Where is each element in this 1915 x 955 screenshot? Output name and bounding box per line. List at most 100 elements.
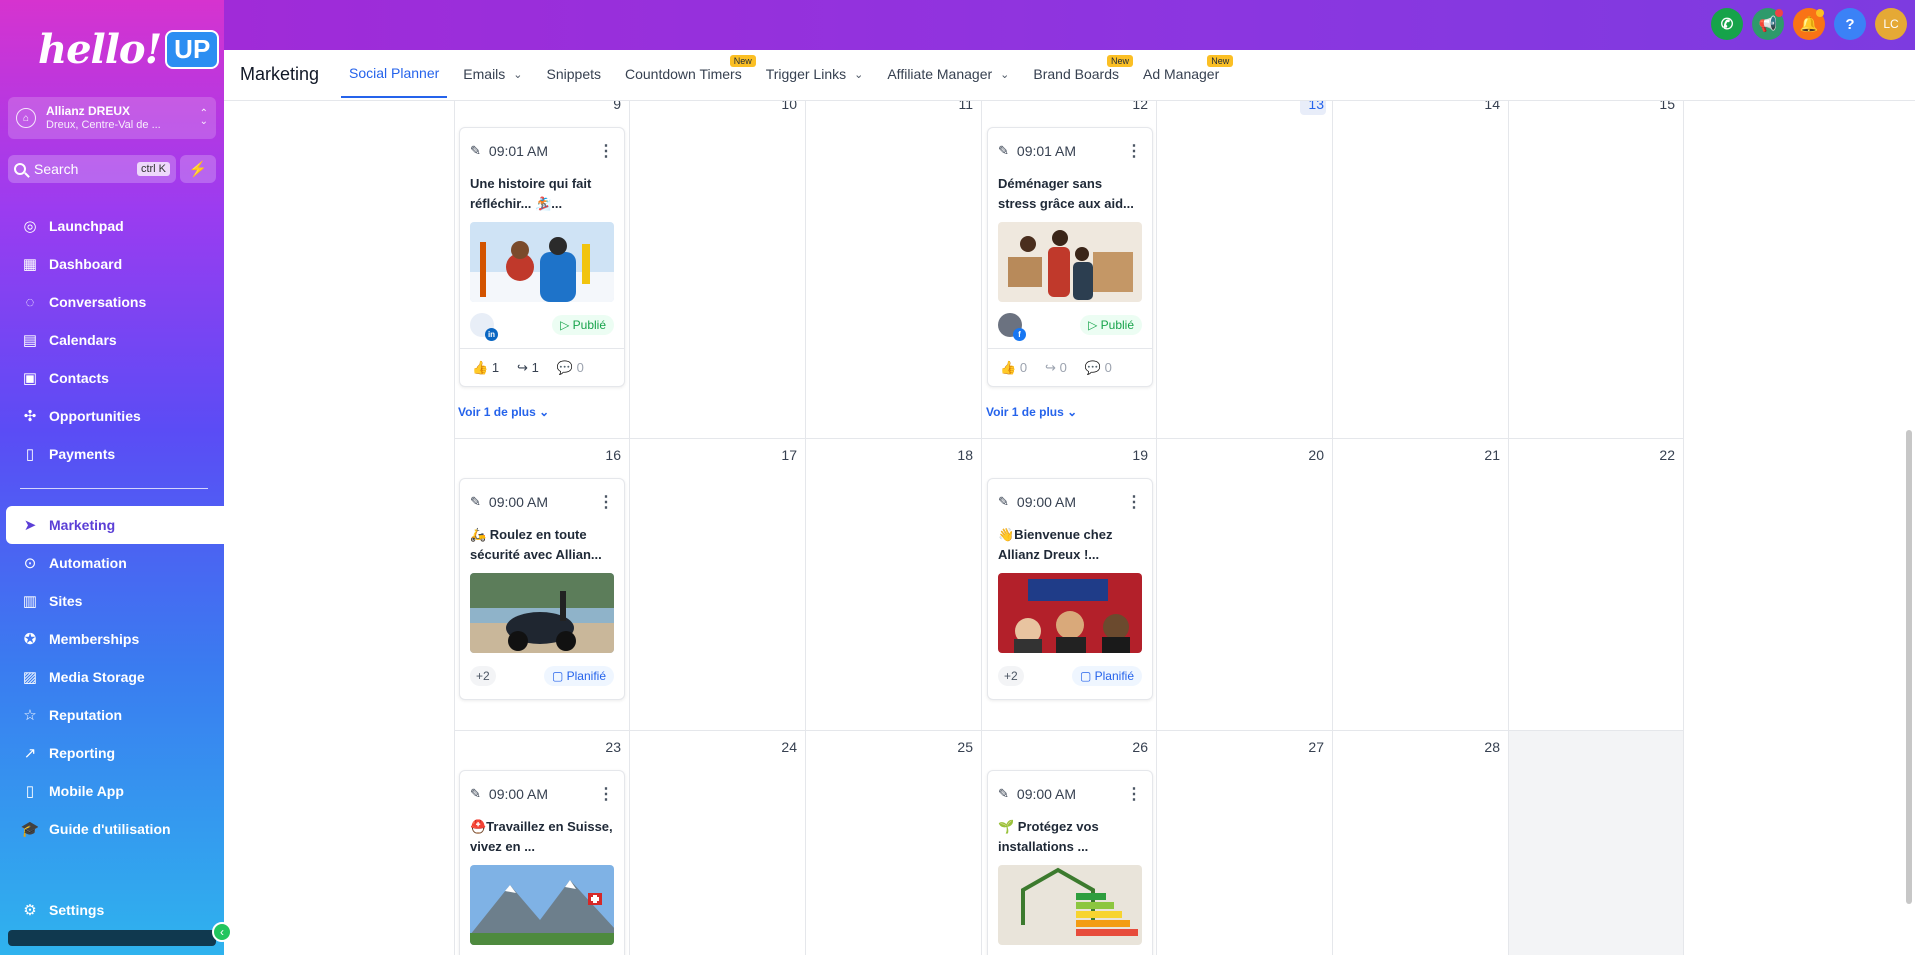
day-number[interactable]: 10 [757, 101, 797, 112]
post-time: 09:01 AM [488, 143, 549, 159]
sidebar-item-label: Dashboard [49, 256, 123, 272]
day-number[interactable]: 9 [581, 101, 621, 112]
tab-affiliate-manager[interactable]: Affiliate Manager ⌄ [879, 50, 1017, 98]
sidebar-item-automation[interactable]: ⊙ Automation [0, 544, 224, 582]
see-more-link[interactable]: Voir 1 de plus ⌄ [986, 405, 1077, 419]
sidebar-item-sites[interactable]: ▥ Sites [0, 582, 224, 620]
reporting-icon: ↗ [23, 745, 37, 762]
day-number[interactable]: 25 [933, 739, 973, 755]
sidebar-divider [20, 488, 208, 489]
search-button[interactable]: Search ctrl K [8, 155, 176, 183]
notification-dot [1775, 9, 1783, 17]
day-number[interactable]: 21 [1460, 447, 1500, 463]
day-number[interactable]: 22 [1635, 447, 1675, 463]
tab-label: Social Planner [349, 65, 440, 81]
phone-button[interactable]: ✆ [1711, 8, 1743, 40]
help-button[interactable]: ? [1834, 8, 1866, 40]
post-card[interactable]: ✎ 09:00 AM ⋮ 🌱 Protégez vos installations … [987, 770, 1153, 955]
more-options-icon[interactable]: ⋮ [598, 141, 614, 161]
likes-count: 👍 1 [472, 359, 500, 375]
post-card[interactable]: ✎ 09:01 AM ⋮ Déménager sans stress grâce a… [987, 127, 1153, 387]
logo-text: hello! [38, 25, 162, 73]
sidebar-item-contacts[interactable]: ▣ Contacts [0, 359, 224, 397]
day-number[interactable]: 11 [933, 101, 973, 112]
day-number[interactable]: 14 [1460, 101, 1500, 112]
notifications-button[interactable]: 🔔 [1793, 8, 1825, 40]
more-options-icon[interactable]: ⋮ [1126, 141, 1142, 161]
collapse-sidebar-button[interactable]: ‹ [212, 922, 232, 942]
account-switcher[interactable]: ⌂ Allianz DREUX Dreux, Centre-Val de ...… [8, 97, 216, 139]
day-number[interactable]: 12 [1108, 101, 1148, 112]
gear-icon: ⚙ [23, 902, 37, 919]
sidebar-item-calendars[interactable]: ▤ Calendars [0, 321, 224, 359]
sidebar-item-opportunities[interactable]: ✣ Opportunities [0, 397, 224, 435]
sidebar-item-settings[interactable]: ⚙ Settings [0, 891, 224, 929]
tab-label: Ad Manager [1142, 66, 1220, 82]
sidebar-item-dashboard[interactable]: ▦ Dashboard [0, 245, 224, 283]
tab-brand-boards[interactable]: Brand Boards New [1025, 50, 1133, 98]
tab-ad-manager[interactable]: Ad Manager New [1135, 50, 1234, 98]
tab-label: Trigger Links [765, 66, 847, 82]
sidebar-item-guide[interactable]: 🎓 Guide d'utilisation [0, 810, 224, 848]
sidebar-item-marketing[interactable]: ➤ Marketing [6, 506, 224, 544]
chat-icon: ◌ [25, 293, 35, 311]
day-number[interactable]: 16 [581, 447, 621, 463]
day-number[interactable]: 28 [1460, 739, 1500, 755]
sidebar-item-label: Reporting [49, 745, 116, 761]
announcements-button[interactable]: 📢 [1752, 8, 1784, 40]
pencil-icon: ✎ [470, 143, 481, 158]
mobile-icon: ▯ [25, 783, 35, 800]
allianz-avatar: f [998, 313, 1026, 341]
more-options-icon[interactable]: ⋮ [598, 492, 614, 512]
comments-count: 💬 0 [1084, 359, 1112, 375]
day-number[interactable]: 26 [1108, 739, 1148, 755]
tab-social-planner[interactable]: Social Planner [341, 50, 448, 98]
comments-value: 0 [1104, 359, 1112, 375]
status-label: Publié [1100, 318, 1134, 332]
sidebar-item-mobile-app[interactable]: ▯ Mobile App [0, 772, 224, 810]
more-options-icon[interactable]: ⋮ [1126, 784, 1142, 804]
tab-countdown-timers[interactable]: Countdown Timers New [617, 50, 756, 98]
post-card[interactable]: ✎ 09:00 AM ⋮ 👋Bienvenue chez Allianz Dreux… [987, 478, 1153, 700]
post-card[interactable]: ✎ 09:00 AM ⋮ ⛑️Travaillez en Suisse, vivez… [459, 770, 625, 955]
day-number[interactable]: 24 [757, 739, 797, 755]
day-number-today[interactable]: 13 [1284, 101, 1324, 112]
help-icon: ? [1845, 15, 1855, 33]
sidebar-item-conversations[interactable]: ◌ Conversations [0, 283, 224, 321]
contacts-icon: ▣ [22, 370, 38, 387]
post-card[interactable]: ✎ 09:00 AM ⋮ 🛵 Roulez en toute sécurité av… [459, 478, 625, 700]
more-options-icon[interactable]: ⋮ [598, 784, 614, 804]
sidebar-item-media-storage[interactable]: ▨ Media Storage [0, 658, 224, 696]
shares-value: 1 [531, 359, 539, 375]
tab-trigger-links[interactable]: Trigger Links ⌄ [758, 50, 872, 98]
tab-label: Emails [463, 66, 506, 82]
more-options-icon[interactable]: ⋮ [1126, 492, 1142, 512]
sidebar-item-launchpad[interactable]: ◎ Launchpad [0, 207, 224, 245]
day-number[interactable]: 20 [1284, 447, 1324, 463]
day-number[interactable]: 19 [1108, 447, 1148, 463]
calendar-cell-empty [1508, 730, 1683, 955]
tab-snippets[interactable]: Snippets [539, 50, 609, 98]
quick-action-button[interactable]: ⚡ [180, 155, 216, 183]
day-number[interactable]: 23 [581, 739, 621, 755]
day-number[interactable]: 17 [757, 447, 797, 463]
sidebar-item-reputation[interactable]: ☆ Reputation [0, 696, 224, 734]
post-image [470, 865, 614, 945]
comments-count: 💬 0 [556, 359, 584, 375]
post-image [998, 573, 1142, 653]
day-number[interactable]: 27 [1284, 739, 1324, 755]
account-name: Allianz DREUX [46, 104, 131, 118]
sidebar-item-payments[interactable]: ▯ Payments [0, 435, 224, 473]
post-card[interactable]: ✎ 09:01 AM ⋮ Une histoire qui fait réfléch… [459, 127, 625, 387]
day-number[interactable]: 18 [933, 447, 973, 463]
see-more-link[interactable]: Voir 1 de plus ⌄ [458, 405, 549, 419]
sidebar-item-memberships[interactable]: ✪ Memberships [0, 620, 224, 658]
post-image [998, 222, 1142, 302]
app-logo[interactable]: hello! UP [38, 22, 220, 76]
day-number[interactable]: 15 [1635, 101, 1675, 112]
sidebar-item-label: Sites [49, 593, 83, 609]
tab-emails[interactable]: Emails ⌄ [455, 50, 530, 98]
user-avatar[interactable]: LC [1875, 8, 1907, 40]
sidebar-item-reporting[interactable]: ↗ Reporting [0, 734, 224, 772]
page-scrollbar[interactable] [1906, 430, 1912, 904]
